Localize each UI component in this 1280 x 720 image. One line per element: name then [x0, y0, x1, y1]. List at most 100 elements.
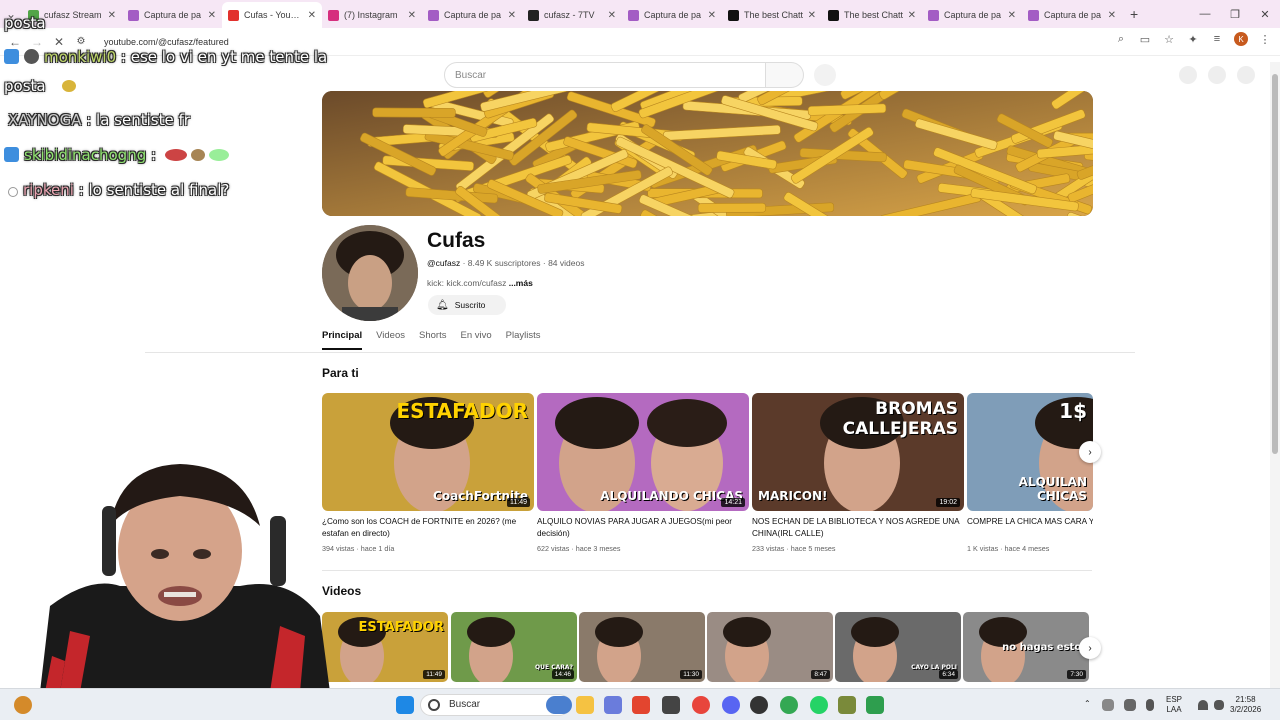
video-title[interactable]: ¿Como son los COACH de FORTNITE en 2026?… [322, 516, 534, 540]
video-title[interactable]: NOS ECHAN DE LA BIBLIOTECA Y NOS AGREDE … [752, 516, 964, 540]
notifications-icon[interactable] [1208, 66, 1226, 84]
obs-icon[interactable] [750, 696, 768, 714]
video-card[interactable]: 1$ ALQUILAN CHICAS COMPRE LA CHICA MAS CAR… [967, 393, 1093, 553]
menu-icon[interactable]: ⋮ [1258, 33, 1272, 46]
tab-close-icon[interactable]: ✕ [1008, 10, 1016, 21]
task-view-icon[interactable] [546, 696, 572, 714]
media-icon[interactable]: ≡ [1210, 33, 1224, 45]
tray-chevron-icon[interactable]: ⌃ [1084, 699, 1091, 709]
close-window-icon[interactable]: ✕ [1250, 0, 1280, 28]
copilot-icon[interactable] [604, 696, 622, 714]
channel-tab[interactable]: Videos [376, 330, 405, 350]
channel-tab[interactable]: Playlists [506, 330, 541, 350]
video-thumbnail[interactable]: ALQUILANDO CHICAS 14:21 [537, 393, 749, 511]
app-green-icon[interactable] [866, 696, 884, 714]
tab-close-icon[interactable]: ✕ [408, 10, 416, 21]
extensions-icon[interactable]: ✦ [1186, 33, 1200, 46]
video-thumbnail[interactable]: BROMAS CALLEJERAS MARICON! 19:02 [752, 393, 964, 511]
video-thumbnail[interactable]: 8:47 [707, 612, 833, 682]
profile-avatar[interactable]: K [1234, 32, 1248, 46]
carousel-next-icon[interactable]: › [1079, 441, 1101, 463]
chrome-active-icon[interactable] [780, 696, 798, 714]
tab-close-icon[interactable]: ✕ [108, 10, 116, 21]
channel-tab[interactable]: En vivo [460, 330, 491, 350]
chrome-icon[interactable] [692, 696, 710, 714]
thumbnail-text: 1$ [1059, 399, 1087, 423]
tab-close-icon[interactable]: ✕ [608, 10, 616, 21]
file-explorer-icon[interactable] [576, 696, 594, 714]
video-title[interactable]: COMPRE LA CHICA MAS CARA Y PARA JUGAR FO… [967, 516, 1093, 540]
video-title[interactable]: ALQUILO NOVIAS PARA JUGAR A JUEGOS(mi pe… [537, 516, 749, 540]
browser-tab[interactable]: Captura de pa ✕ [922, 2, 1022, 28]
video-duration: 8:47 [811, 670, 830, 679]
url-bar[interactable]: youtube.com/@cufasz/featured [104, 37, 229, 47]
create-icon[interactable] [1179, 66, 1197, 84]
language-indicator[interactable]: ESP LAA [1166, 695, 1182, 715]
video-duration: 11:49 [507, 498, 530, 507]
tab-close-icon[interactable]: ✕ [708, 10, 716, 21]
browser-tab[interactable]: Captura de pa ✕ [422, 2, 522, 28]
tray-icon[interactable] [1124, 699, 1136, 711]
tab-close-icon[interactable]: ✕ [208, 10, 216, 21]
video-thumbnail[interactable]: QUE CARA? 14:46 [451, 612, 577, 682]
video-thumbnail[interactable]: ESTAFADOR CoachFortnite 11:49 [322, 393, 534, 511]
videos-next-icon[interactable]: › [1079, 637, 1101, 659]
store-icon[interactable] [662, 696, 680, 714]
more-link[interactable]: ...más [509, 278, 533, 288]
browser-tab[interactable]: The best Chatt ✕ [822, 2, 922, 28]
discord-icon[interactable] [722, 696, 740, 714]
browser-tab[interactable]: Captura de pa ✕ [1022, 2, 1122, 28]
browser-tab[interactable]: (7) Instagram ✕ [322, 2, 422, 28]
section-title-para-ti: Para ti [322, 366, 359, 380]
thumbnail-text: ALQUILAN CHICAS [1018, 475, 1087, 503]
volume-icon[interactable] [1214, 700, 1224, 710]
browser-tab[interactable]: The best Chatt ✕ [722, 2, 822, 28]
subscribed-button[interactable]: 🔔︎ Suscrito [428, 295, 506, 315]
video-card[interactable]: BROMAS CALLEJERAS MARICON! 19:02 NOS ECHAN … [752, 393, 964, 553]
whatsapp-icon[interactable] [810, 696, 828, 714]
clock[interactable]: 21:58 3/2/2026 [1230, 695, 1261, 715]
youtube-search-input[interactable]: Buscar [444, 62, 766, 88]
voice-search-icon[interactable] [814, 64, 836, 86]
video-thumbnail[interactable]: CAYO LA POLI 6:34 [835, 612, 961, 682]
account-avatar[interactable] [1237, 66, 1255, 84]
browser-tab[interactable]: Captura de pa ✕ [622, 2, 722, 28]
video-card[interactable]: ESTAFADOR CoachFortnite 11:49 ¿Como son los… [322, 393, 534, 553]
office-icon[interactable] [632, 696, 650, 714]
minimize-icon[interactable]: — [1190, 0, 1220, 28]
video-stats: 233 vistas · hace 5 meses [752, 544, 836, 553]
maximize-icon[interactable]: ❐ [1220, 0, 1250, 28]
tab-close-icon[interactable]: ✕ [508, 10, 516, 21]
video-thumbnail[interactable]: 1$ ALQUILAN CHICAS [967, 393, 1093, 511]
channel-tab[interactable]: Shorts [419, 330, 446, 350]
widgets-icon[interactable] [14, 696, 32, 714]
channel-tab[interactable]: Principal [322, 330, 363, 350]
video-card[interactable]: ALQUILANDO CHICAS 14:21 ALQUILO NOVIAS PAR… [537, 393, 749, 553]
video-thumbnail[interactable]: ESTAFADOR 11:49 [322, 612, 448, 682]
channel-description[interactable]: kick: kick.com/cufasz ...más [427, 278, 533, 288]
tab-close-icon[interactable]: ✕ [308, 10, 316, 21]
tab-close-icon[interactable]: ✕ [808, 10, 816, 21]
youtube-search-button[interactable] [766, 62, 804, 88]
browser-tab[interactable]: Cufas - YouTube ✕ [222, 2, 322, 28]
chat-user: ripkeni [23, 181, 74, 199]
page-scrollbar[interactable] [1270, 62, 1280, 688]
new-tab-button[interactable]: + [1130, 6, 1138, 22]
channel-avatar[interactable] [322, 225, 418, 321]
bookmark-star-icon[interactable]: ☆ [1162, 33, 1176, 46]
browser-tab[interactable]: cufasz - 7TV ✕ [522, 2, 622, 28]
scrollbar-thumb[interactable] [1272, 74, 1278, 454]
video-thumbnail[interactable]: 11:30 [579, 612, 705, 682]
zoom-icon[interactable]: ⌕ [1114, 33, 1128, 46]
tab-close-icon[interactable]: ✕ [1108, 10, 1116, 21]
tray-icon[interactable] [1102, 699, 1114, 711]
cast-icon[interactable]: ▭ [1138, 33, 1152, 46]
browser-tab[interactable]: Captura de pa ✕ [122, 2, 222, 28]
start-icon[interactable] [396, 696, 414, 714]
mic-icon[interactable] [1146, 699, 1154, 711]
tab-title: Captura de pa [444, 10, 502, 20]
video-thumbnail[interactable]: no hagas esto. 7:30 [963, 612, 1089, 682]
app-icon[interactable] [838, 696, 856, 714]
tab-close-icon[interactable]: ✕ [908, 10, 916, 21]
wifi-icon[interactable] [1198, 700, 1208, 710]
